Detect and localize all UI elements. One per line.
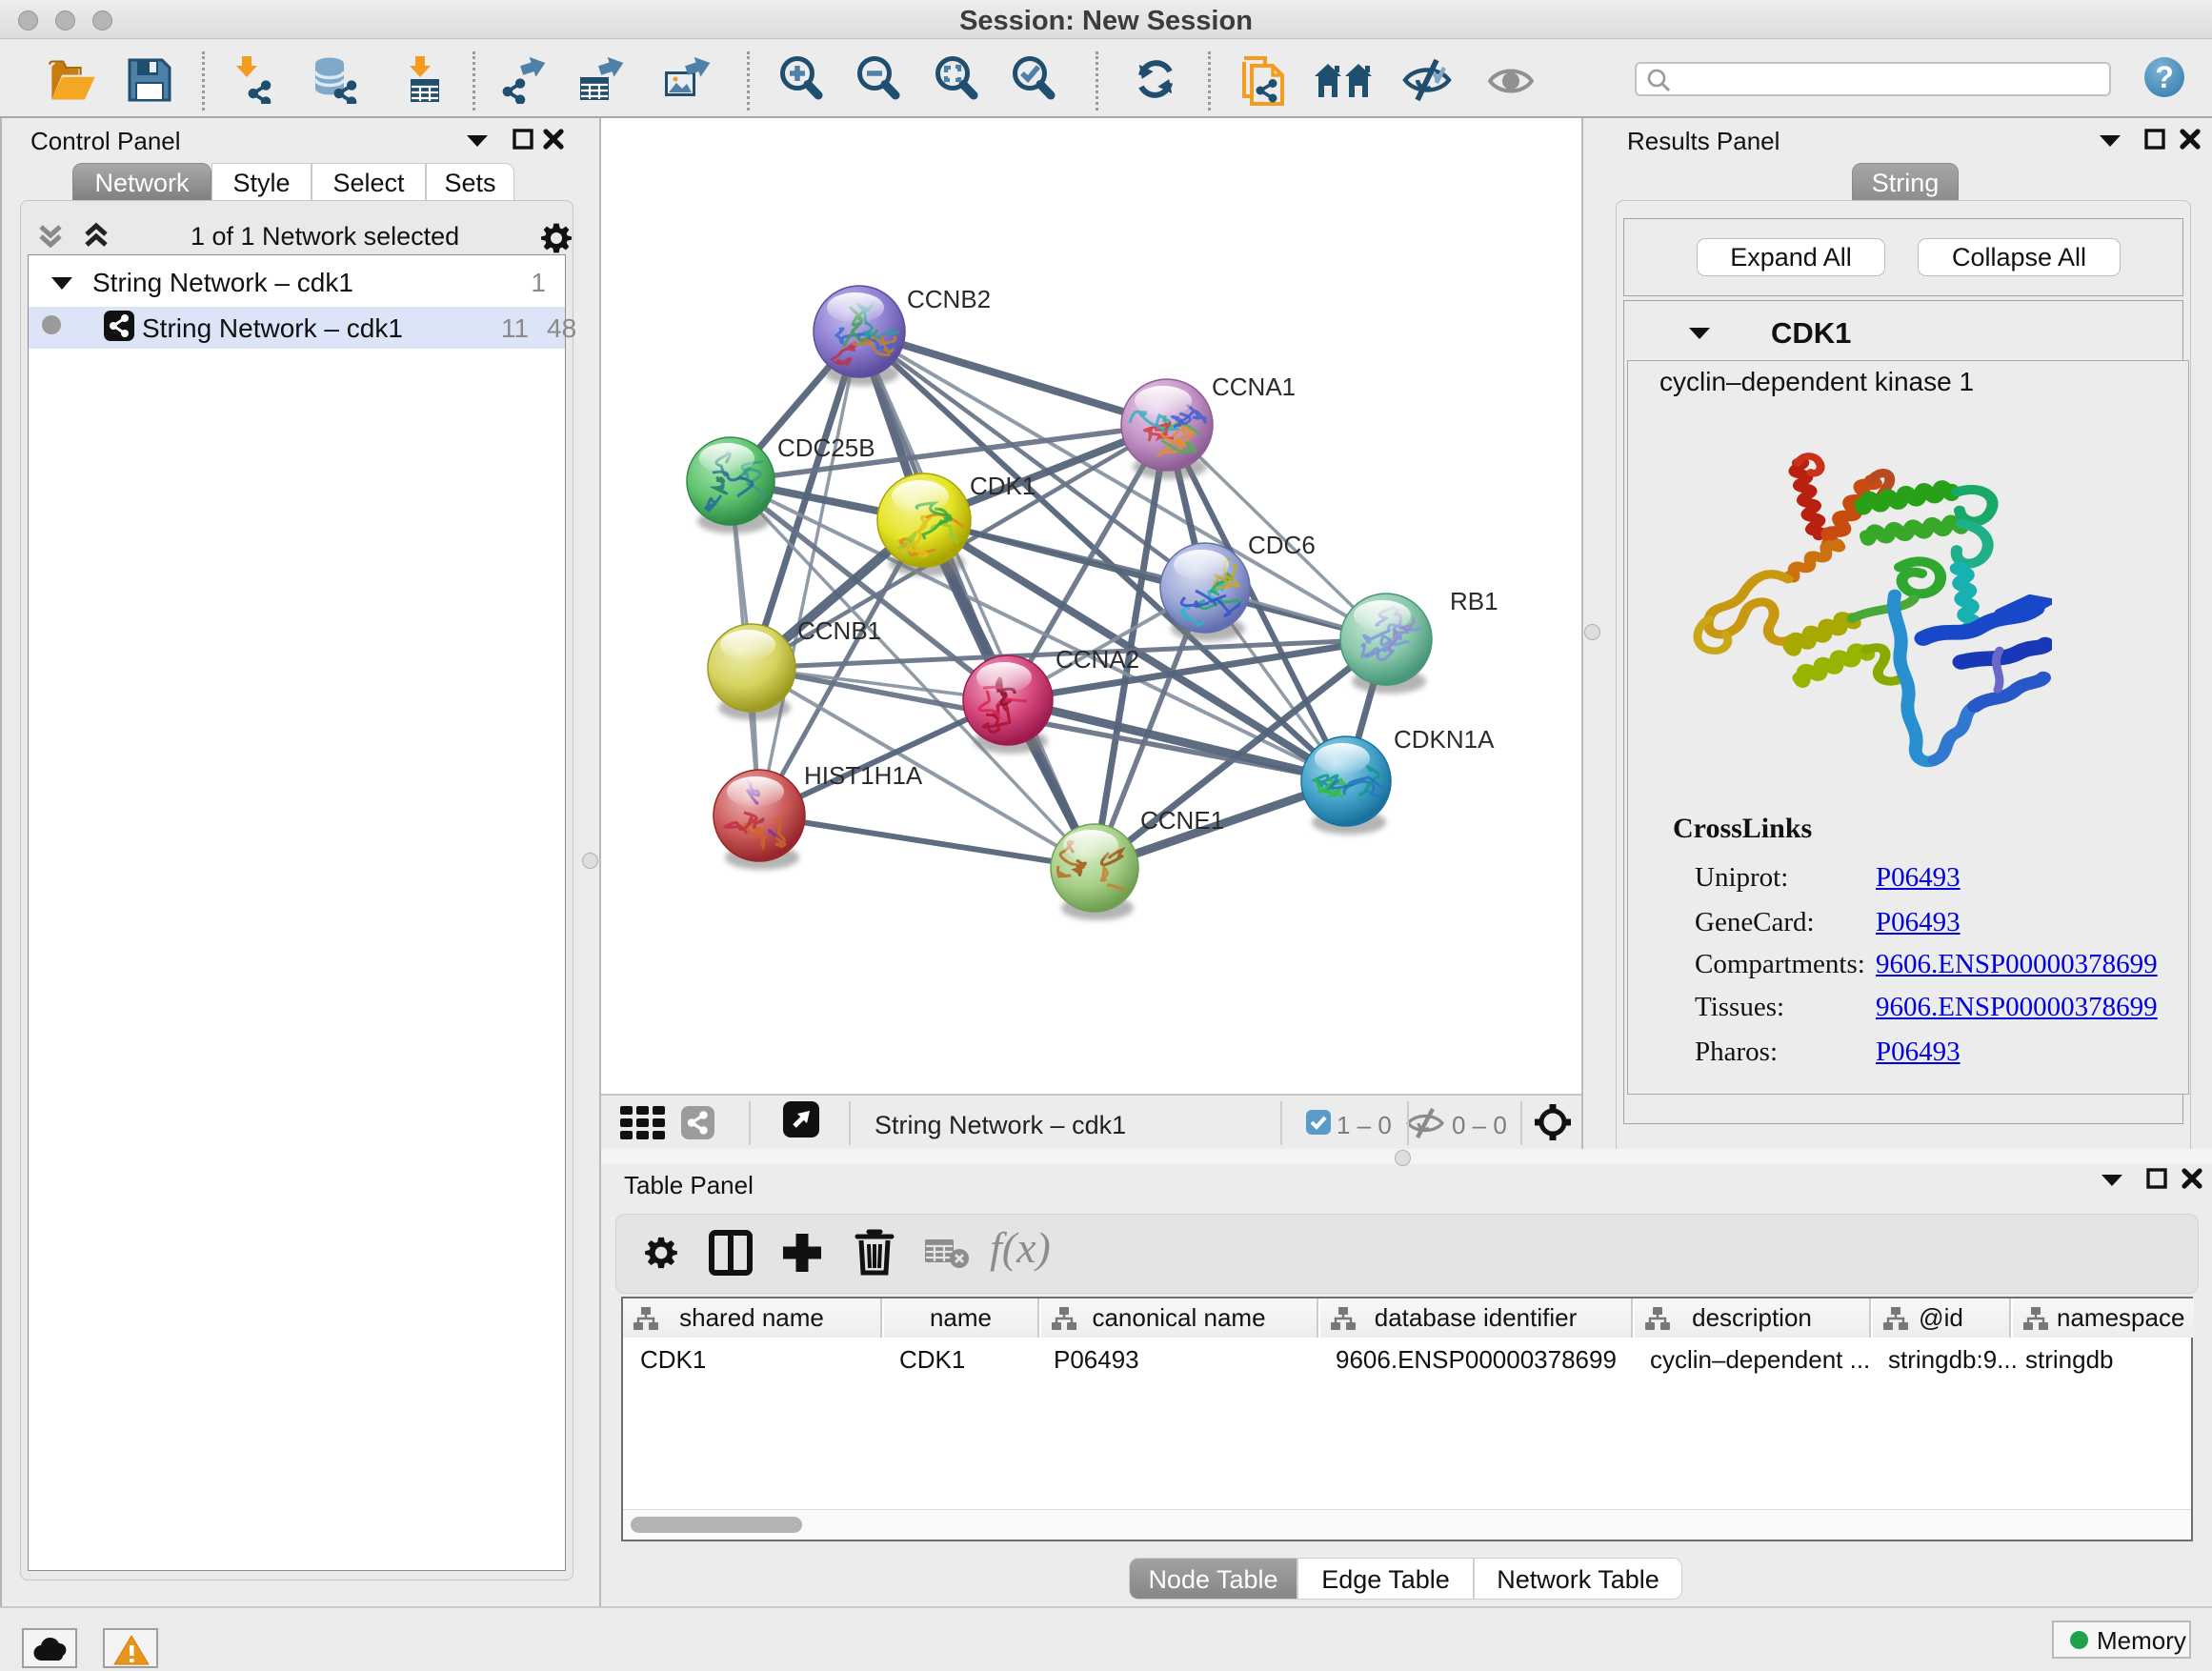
svg-text:CDK1: CDK1: [970, 472, 1036, 500]
svg-text:CCNB2: CCNB2: [907, 285, 991, 313]
svg-text:?: ?: [2155, 60, 2174, 94]
svg-text:CDKN1A: CDKN1A: [1394, 725, 1495, 754]
svg-text:RB1: RB1: [1450, 587, 1498, 615]
svg-text:CDC6: CDC6: [1248, 531, 1316, 559]
svg-text:CCNA1: CCNA1: [1212, 372, 1296, 401]
svg-text:CCNE1: CCNE1: [1140, 806, 1224, 835]
svg-text:HIST1H1A: HIST1H1A: [804, 761, 923, 790]
svg-text:CCNB1: CCNB1: [797, 616, 881, 645]
svg-text:CDC25B: CDC25B: [777, 433, 875, 462]
svg-text:CCNA2: CCNA2: [1056, 645, 1139, 674]
